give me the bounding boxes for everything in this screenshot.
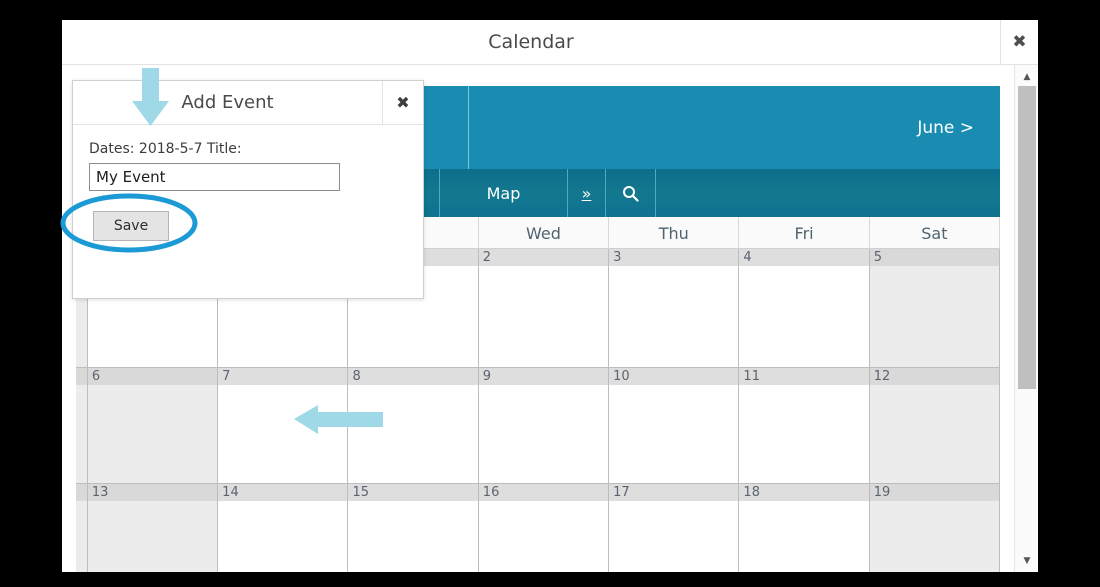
day-number: 3 (609, 249, 739, 266)
day-number: 8 (348, 368, 478, 385)
dialog-body: Dates: 2018-5-7 Title: Save (73, 125, 423, 257)
day-cell[interactable]: 7 (218, 368, 349, 483)
day-number: 18 (739, 484, 869, 501)
day-number: 13 (87, 484, 218, 501)
weekday-header-fri: Fri (739, 217, 870, 249)
screen: Calendar ✖ < 2018 > May June > (0, 0, 1100, 587)
add-event-dialog: Add Event ✖ Dates: 2018-5-7 Title: Save (72, 80, 424, 299)
day-cell[interactable]: 18 (739, 484, 870, 572)
day-number: 19 (869, 484, 1000, 501)
dialog-title: Add Event (181, 92, 274, 113)
day-cell[interactable]: 5 (869, 249, 1001, 367)
weekday-header-sat: Sat (870, 217, 1001, 249)
day-cell[interactable]: 11 (739, 368, 870, 483)
dialog-close-button[interactable]: ✖ (382, 81, 423, 124)
scroll-up-button[interactable]: ▲ (1015, 68, 1039, 85)
triangle-up-icon: ▲ (1023, 71, 1031, 82)
day-number: 5 (869, 249, 1000, 266)
day-cell[interactable]: 9 (478, 368, 610, 483)
day-number: 12 (869, 368, 1000, 385)
tab-map[interactable]: Map (440, 169, 568, 217)
day-cell[interactable]: 16 (478, 484, 610, 572)
day-number: 9 (478, 368, 609, 385)
day-number: 7 (218, 368, 348, 385)
week-row: 6 7 8 9 10 11 12 (76, 368, 1001, 484)
day-number: 15 (348, 484, 478, 501)
event-title-input[interactable] (89, 163, 340, 191)
day-number: 11 (739, 368, 869, 385)
day-number: 2 (478, 249, 609, 266)
week-stub-cell (76, 368, 88, 483)
day-cell[interactable]: 15 (348, 484, 479, 572)
chevron-double-right-icon: » (581, 183, 592, 203)
day-cell[interactable]: 13 (87, 484, 219, 572)
day-number: 17 (609, 484, 739, 501)
search-icon (623, 185, 639, 202)
day-cell[interactable]: 4 (739, 249, 870, 367)
day-cell[interactable]: 3 (609, 249, 740, 367)
close-icon: ✖ (1012, 32, 1027, 52)
vertical-scrollbar[interactable]: ▲ ▼ (1014, 65, 1038, 572)
day-cell[interactable]: 12 (869, 368, 1001, 483)
triangle-down-icon: ▼ (1023, 555, 1031, 566)
search-button[interactable] (606, 169, 656, 217)
day-cell[interactable]: 2 (478, 249, 610, 367)
day-cell[interactable]: 6 (87, 368, 219, 483)
scrollbar-thumb[interactable] (1018, 86, 1036, 389)
day-number: 10 (609, 368, 739, 385)
day-cell[interactable]: 8 (348, 368, 479, 483)
day-number: 4 (739, 249, 869, 266)
next-month-button[interactable]: June > (469, 86, 1000, 169)
dialog-header: Add Event ✖ (73, 81, 423, 125)
scroll-down-button[interactable]: ▼ (1015, 552, 1039, 569)
day-number: 16 (478, 484, 609, 501)
close-icon: ✖ (396, 93, 410, 112)
weekday-header-wed: Wed (479, 217, 610, 249)
day-number: 6 (87, 368, 218, 385)
day-cell[interactable]: 17 (609, 484, 740, 572)
save-button[interactable]: Save (93, 211, 169, 241)
weekday-header-thu: Thu (609, 217, 740, 249)
event-dates-label: Dates: 2018-5-7 Title: (89, 141, 242, 157)
week-row: 13 14 15 16 17 18 19 (76, 484, 1001, 572)
day-cell[interactable]: 14 (218, 484, 349, 572)
window-close-button[interactable]: ✖ (1000, 20, 1038, 64)
day-number: 14 (218, 484, 348, 501)
day-cell[interactable]: 10 (609, 368, 740, 483)
day-cell[interactable]: 19 (869, 484, 1001, 572)
more-views-button[interactable]: » (568, 169, 606, 217)
week-stub-cell (76, 484, 88, 572)
page-title: Calendar (488, 31, 574, 53)
window-titlebar: Calendar ✖ (62, 20, 1038, 65)
